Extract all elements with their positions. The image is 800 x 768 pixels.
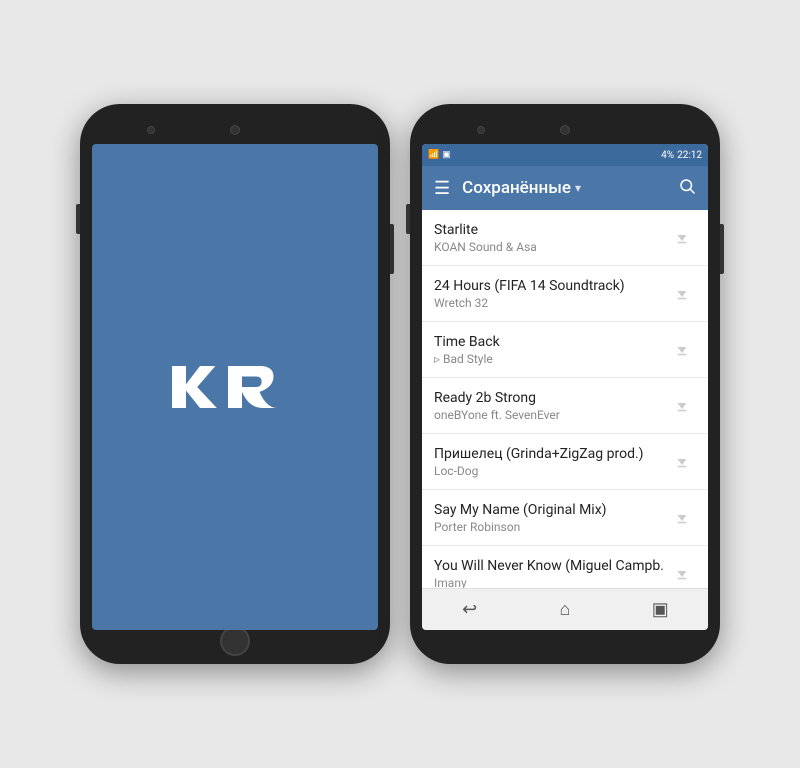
home-button[interactable]: ⌂ — [545, 590, 585, 630]
right-phone-bottom-bar — [422, 630, 708, 652]
download-button-3[interactable] — [668, 392, 696, 420]
track-artist-3: oneBYone ft. SevenEver — [434, 408, 668, 422]
track-title-2: Time Back — [434, 334, 668, 350]
vk-splash-screen — [92, 144, 378, 630]
track-artist-2: ▹ Bad Style — [434, 352, 668, 366]
download-button-6[interactable] — [668, 560, 696, 588]
left-phone-top-bar — [92, 116, 378, 144]
music-app-screen: 📶 ▣ 4% 22:12 ☰ Сохранённые ▾ — [422, 144, 708, 630]
vk-logo-icon — [165, 347, 305, 427]
track-item-0[interactable]: Starlite KOAN Sound & Asa — [422, 210, 708, 266]
battery-text: 4% — [661, 150, 674, 161]
track-item-1[interactable]: 24 Hours (FIFA 14 Soundtrack) Wretch 32 — [422, 266, 708, 322]
track-item-2[interactable]: Time Back ▹ Bad Style — [422, 322, 708, 378]
right-phone-screen: 📶 ▣ 4% 22:12 ☰ Сохранённые ▾ — [422, 144, 708, 630]
track-info-1: 24 Hours (FIFA 14 Soundtrack) Wretch 32 — [434, 278, 668, 310]
track-info-5: Say My Name (Original Mix) Porter Robins… — [434, 502, 668, 534]
track-info-3: Ready 2b Strong oneBYone ft. SevenEver — [434, 390, 668, 422]
download-button-4[interactable] — [668, 448, 696, 476]
left-phone-screen — [92, 144, 378, 630]
track-title-0: Starlite — [434, 222, 668, 238]
left-phone-bottom-bar — [92, 630, 378, 652]
app-title-text: Сохранённые — [462, 178, 571, 198]
time-text: 22:12 — [677, 150, 702, 161]
status-bar: 📶 ▣ 4% 22:12 — [422, 144, 708, 166]
track-title-3: Ready 2b Strong — [434, 390, 668, 406]
right-phone-top-bar — [422, 116, 708, 144]
track-title-5: Say My Name (Original Mix) — [434, 502, 668, 518]
track-item-5[interactable]: Say My Name (Original Mix) Porter Robins… — [422, 490, 708, 546]
track-title-4: Пришелец (Grinda+ZigZag prod.) — [434, 446, 668, 462]
notification-icon: 📶 — [428, 150, 439, 160]
app-bar-title: Сохранённые ▾ — [462, 178, 678, 198]
left-camera-icon — [230, 125, 240, 135]
search-button[interactable] — [678, 177, 696, 200]
status-left: 📶 ▣ — [428, 150, 451, 160]
track-artist-4: Loc-Dog — [434, 464, 668, 478]
left-speaker-icon — [147, 126, 155, 134]
track-info-2: Time Back ▹ Bad Style — [434, 334, 668, 366]
download-button-2[interactable] — [668, 336, 696, 364]
track-info-0: Starlite KOAN Sound & Asa — [434, 222, 668, 254]
track-title-1: 24 Hours (FIFA 14 Soundtrack) — [434, 278, 668, 294]
download-button-0[interactable] — [668, 224, 696, 252]
track-artist-0: KOAN Sound & Asa — [434, 240, 668, 254]
recents-button[interactable]: ▣ — [640, 590, 680, 630]
track-artist-6: Imany — [434, 576, 668, 589]
status-right: 4% 22:12 — [661, 150, 702, 161]
track-info-4: Пришелец (Grinda+ZigZag prod.) Loc-Dog — [434, 446, 668, 478]
track-artist-1: Wretch 32 — [434, 296, 668, 310]
track-item-4[interactable]: Пришелец (Grinda+ZigZag prod.) Loc-Dog — [422, 434, 708, 490]
dropdown-arrow-icon[interactable]: ▾ — [575, 181, 581, 195]
track-list: Starlite KOAN Sound & Asa 24 Hours (FIFA… — [422, 210, 708, 588]
track-item-6[interactable]: You Will Never Know (Miguel Campb. Imany — [422, 546, 708, 588]
track-info-6: You Will Never Know (Miguel Campb. Imany — [434, 558, 668, 589]
wifi-icon: ▣ — [442, 150, 451, 160]
track-title-6: You Will Never Know (Miguel Campb. — [434, 558, 668, 574]
back-button[interactable]: ↩ — [450, 590, 490, 630]
right-phone: 📶 ▣ 4% 22:12 ☰ Сохранённые ▾ — [410, 104, 720, 664]
right-speaker-icon — [477, 126, 485, 134]
left-home-button[interactable] — [220, 626, 250, 656]
download-button-1[interactable] — [668, 280, 696, 308]
nav-bar: ↩ ⌂ ▣ — [422, 588, 708, 630]
menu-button[interactable]: ☰ — [434, 178, 450, 199]
phones-container: 📶 ▣ 4% 22:12 ☰ Сохранённые ▾ — [80, 104, 720, 664]
left-phone — [80, 104, 390, 664]
track-item-3[interactable]: Ready 2b Strong oneBYone ft. SevenEver — [422, 378, 708, 434]
download-button-5[interactable] — [668, 504, 696, 532]
app-bar: ☰ Сохранённые ▾ — [422, 166, 708, 210]
right-camera-icon — [560, 125, 570, 135]
track-artist-5: Porter Robinson — [434, 520, 668, 534]
